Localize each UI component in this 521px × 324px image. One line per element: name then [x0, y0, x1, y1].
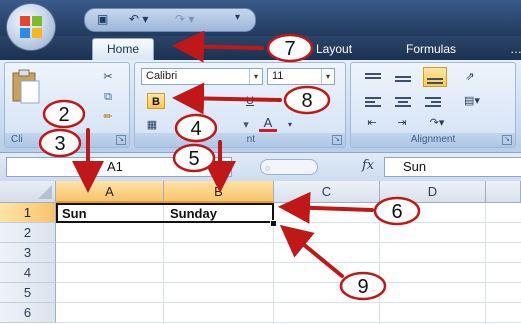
office-logo-icon	[20, 16, 42, 38]
undo-icon[interactable]: ↶ ▾	[129, 12, 148, 26]
alignment-group: ⇗ ▤▾ ⇤ ⇥ ↷▾ Alignment ↘	[350, 62, 516, 148]
tab-more[interactable]: …	[510, 42, 521, 56]
wrap-text-icon[interactable]: ↷▾	[423, 115, 451, 131]
save-icon[interactable]: ▣	[97, 12, 108, 26]
borders-icon[interactable]: ▦	[143, 117, 161, 133]
font-size-select[interactable]: 11 ▾	[267, 68, 335, 85]
quick-access-toolbar: ▣ ↶ ▾ ↷ ▾ ▾	[84, 8, 256, 32]
column-header-a[interactable]: A	[56, 181, 164, 203]
formula-input[interactable]: Sun	[384, 157, 521, 177]
copy-icon[interactable]: ⧉	[99, 89, 117, 105]
column-header-e[interactable]	[486, 181, 521, 203]
increase-indent-icon[interactable]: ⇥	[393, 115, 411, 131]
row-header-6[interactable]: 6	[0, 303, 56, 323]
align-bottom-icon[interactable]	[423, 67, 447, 87]
align-center-icon[interactable]	[393, 95, 415, 109]
column-header-c[interactable]: C	[274, 181, 380, 203]
worksheet-grid: A B C D 1 2 3 4 5 6 Sun Sunday	[0, 181, 521, 324]
font-size-value: 11	[272, 70, 284, 82]
merge-center-icon[interactable]: ▤▾	[459, 93, 485, 109]
decrease-indent-icon[interactable]: ⇤	[363, 115, 381, 131]
tab-page-layout[interactable]: Layout	[316, 42, 352, 56]
underline-icon[interactable]: U	[241, 93, 259, 109]
column-header-b[interactable]: B	[164, 181, 274, 203]
name-box[interactable]: A1 ▼	[6, 157, 232, 177]
align-left-icon[interactable]	[363, 95, 385, 109]
chevron-down-icon: ▾	[249, 69, 262, 84]
alignment-group-label: Alignment	[351, 133, 515, 147]
orientation-icon[interactable]: ⇗	[461, 69, 479, 85]
fill-color-icon[interactable]: ▾	[237, 117, 255, 133]
excel-window: ▣ ↶ ▾ ↷ ▾ ▾ Home Layout Formulas … ✂ ⧉ ✏…	[0, 0, 521, 324]
alignment-launcher-icon[interactable]: ↘	[502, 135, 512, 145]
customize-icon[interactable]: ▾	[235, 12, 240, 23]
align-middle-icon[interactable]	[393, 71, 415, 85]
chevron-down-icon: ▾	[321, 69, 334, 84]
office-button[interactable]	[6, 3, 56, 51]
tab-home[interactable]: Home	[92, 38, 155, 60]
ribbon-tab-bar: Home Layout Formulas …	[0, 36, 521, 62]
chevron-down-icon[interactable]: ▾	[281, 117, 299, 133]
clipboard-launcher-icon[interactable]: ↘	[116, 135, 126, 145]
paste-icon[interactable]	[11, 69, 41, 107]
font-launcher-icon[interactable]: ↘	[332, 135, 342, 145]
clipboard-group-label: Cli	[5, 133, 129, 147]
cut-icon[interactable]: ✂	[99, 69, 117, 85]
font-group: Calibri ▾ 11 ▾ B U ▦ ▾ A ▾ nt ↘	[134, 62, 346, 148]
formula-buttons[interactable]: ○	[260, 159, 318, 175]
name-box-value: A1	[107, 159, 123, 174]
clipboard-group: ✂ ⧉ ✏ Cli ↘	[4, 62, 130, 148]
row-header-2[interactable]: 2	[0, 223, 56, 243]
ribbon: ✂ ⧉ ✏ Cli ↘ Calibri ▾ 11 ▾ B U ▦ ▾ A ▾ n…	[0, 60, 521, 153]
chevron-down-icon[interactable]: ▼	[216, 158, 227, 176]
insert-function-button[interactable]: fx	[362, 158, 374, 173]
cell-b1[interactable]: Sunday	[166, 204, 272, 224]
row-header-4[interactable]: 4	[0, 263, 56, 283]
redo-icon[interactable]: ↷ ▾	[175, 12, 194, 26]
align-right-icon[interactable]	[423, 95, 445, 109]
font-name-select[interactable]: Calibri ▾	[141, 68, 263, 85]
font-group-label: nt	[135, 133, 345, 147]
fill-handle[interactable]	[270, 220, 277, 227]
column-header-d[interactable]: D	[380, 181, 486, 203]
select-all-button[interactable]	[0, 181, 56, 203]
row-header-3[interactable]: 3	[0, 243, 56, 263]
formula-bar: A1 ▼ ○ fx Sun	[0, 153, 521, 181]
row-header-1[interactable]: 1	[0, 203, 56, 223]
row-header-5[interactable]: 5	[0, 283, 56, 303]
title-bar	[0, 0, 521, 40]
font-color-button[interactable]: A	[259, 115, 277, 132]
bold-button[interactable]: B	[147, 93, 165, 109]
font-name-value: Calibri	[146, 70, 178, 82]
align-top-icon[interactable]	[363, 71, 385, 85]
format-painter-icon[interactable]: ✏	[99, 109, 117, 125]
cell-a1[interactable]: Sun	[58, 204, 164, 224]
tab-formulas[interactable]: Formulas	[406, 42, 456, 56]
